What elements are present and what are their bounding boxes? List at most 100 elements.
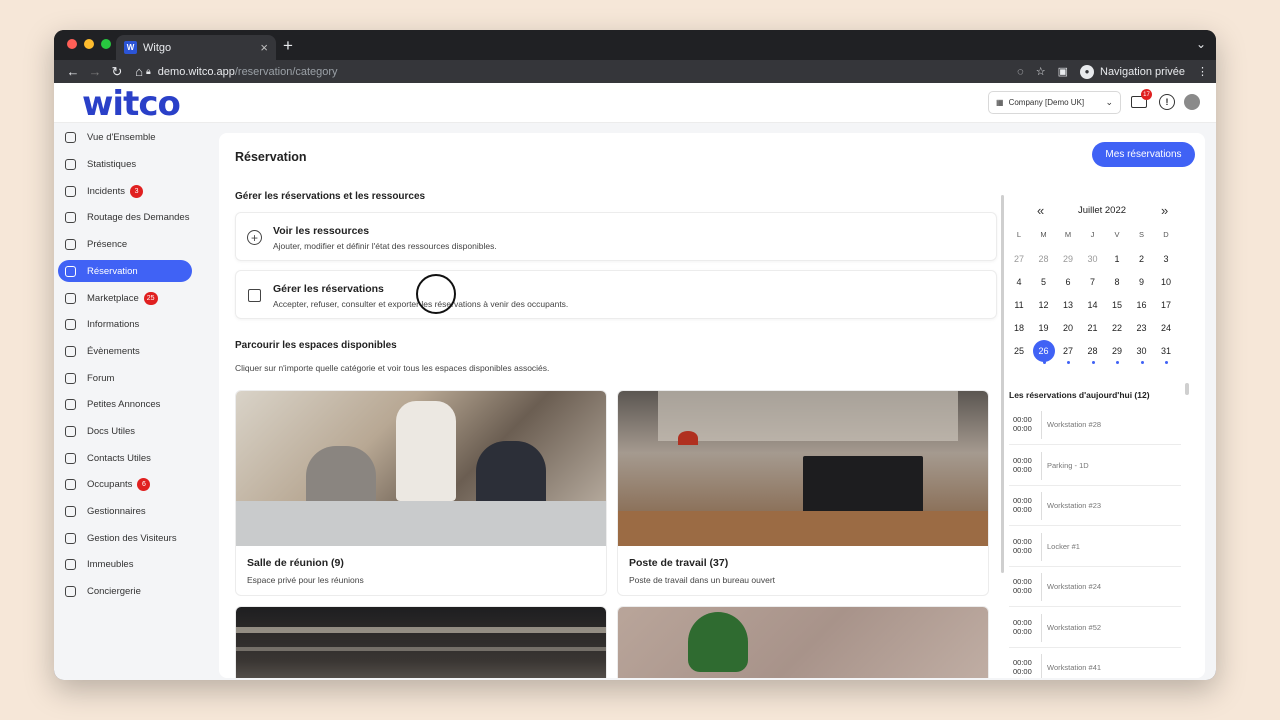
reservation-row[interactable]: 00:00 00:00 Workstation #23 xyxy=(1009,486,1181,526)
calendar-day[interactable]: 19 xyxy=(1032,318,1056,338)
bookmark-star-icon[interactable]: ☆ xyxy=(1036,65,1046,78)
info-icon[interactable]: ! xyxy=(1159,94,1175,110)
calendar-day[interactable]: 29 xyxy=(1105,341,1129,361)
calendar-day[interactable]: 16 xyxy=(1130,295,1154,315)
sidebar-item-evenements[interactable]: Évènements xyxy=(58,340,192,362)
sidebar-item-occupants[interactable]: Occupants 6 xyxy=(58,473,192,495)
reservation-row[interactable]: 00:00 00:00 Workstation #52 xyxy=(1009,608,1181,648)
reservation-row[interactable]: 00:00 00:00 Locker #1 xyxy=(1009,527,1181,567)
forward-button[interactable]: → xyxy=(84,64,106,79)
calendar-day[interactable]: 4 xyxy=(1007,272,1031,292)
next-month-icon[interactable]: » xyxy=(1161,203,1168,218)
calendar-day[interactable]: 9 xyxy=(1130,272,1154,292)
calendar-day[interactable]: 25 xyxy=(1007,341,1031,361)
sidebar-item-statistiques[interactable]: Statistiques xyxy=(58,153,192,175)
calendar-day[interactable]: 30 xyxy=(1081,249,1105,269)
calendar-day[interactable]: 12 xyxy=(1032,295,1056,315)
phone-icon xyxy=(65,452,76,464)
profile-button[interactable]: ● Navigation privée xyxy=(1080,64,1185,79)
sidebar-item-forum[interactable]: Forum xyxy=(58,367,192,389)
calendar-day[interactable]: 27 xyxy=(1056,341,1080,361)
eye-off-icon[interactable]: ◌ xyxy=(1017,66,1024,78)
browser-tab[interactable]: W Witgo × xyxy=(116,35,276,60)
sidebar-item-vue-ensemble[interactable]: Vue d'Ensemble xyxy=(58,126,192,148)
view-resources-card[interactable]: + Voir les ressources Ajouter, modifier … xyxy=(235,212,997,261)
maximize-window-button[interactable] xyxy=(101,39,111,49)
calendar-day[interactable]: 21 xyxy=(1081,318,1105,338)
reservation-time: 00:00 00:00 xyxy=(1013,577,1032,595)
reservation-end: 00:00 xyxy=(1013,545,1032,555)
space-card-workstation[interactable]: Poste de travail (37) Poste de travail d… xyxy=(617,390,989,596)
calendar-weekday: M xyxy=(1064,230,1072,239)
address-bar[interactable]: 🔒︎ demo.witco.app/reservation/category xyxy=(146,62,1086,81)
calendar-day[interactable]: 3 xyxy=(1154,249,1178,269)
calendar-day[interactable]: 20 xyxy=(1056,318,1080,338)
calendar-day[interactable]: 31 xyxy=(1154,341,1178,361)
sidebar-item-reservation[interactable]: Réservation xyxy=(58,260,192,282)
manage-reservations-card[interactable]: Gérer les réservations Accepter, refuser… xyxy=(235,270,997,319)
sidebar-item-informations[interactable]: Informations xyxy=(58,313,192,335)
calendar-day[interactable]: 27 xyxy=(1007,249,1031,269)
calendar-day[interactable]: 23 xyxy=(1130,318,1154,338)
witco-logo[interactable]: witco xyxy=(82,84,181,124)
main-scrollbar[interactable] xyxy=(1001,195,1004,573)
today-list-scrollbar[interactable] xyxy=(1185,383,1189,395)
sidebar-item-visiteurs[interactable]: Gestion des Visiteurs xyxy=(58,527,192,549)
calendar-day[interactable]: 1 xyxy=(1105,249,1129,269)
store-icon xyxy=(65,292,76,304)
calendar-day[interactable]: 13 xyxy=(1056,295,1080,315)
calendar-day[interactable]: 8 xyxy=(1105,272,1129,292)
calendar-day[interactable]: 15 xyxy=(1105,295,1129,315)
reservation-row[interactable]: 00:00 00:00 Workstation #28 xyxy=(1009,405,1181,445)
eye-icon xyxy=(65,131,76,143)
company-selector[interactable]: ▦ Company [Demo UK] ⌄ xyxy=(988,91,1121,114)
reservation-start: 00:00 xyxy=(1013,415,1032,424)
calendar-day[interactable]: 30 xyxy=(1130,341,1154,361)
tab-search-chevron-icon[interactable]: ⌄ xyxy=(1196,37,1206,51)
calendar-day[interactable]: 10 xyxy=(1154,272,1178,292)
sidebar-item-incidents[interactable]: Incidents 3 xyxy=(58,180,192,202)
calendar-day[interactable]: 2 xyxy=(1130,249,1154,269)
reservation-row[interactable]: 00:00 00:00 Parking - 1D xyxy=(1009,446,1181,486)
sidebar-item-docs-utiles[interactable]: Docs Utiles xyxy=(58,420,192,442)
calendar-day[interactable]: 14 xyxy=(1081,295,1105,315)
sidebar-item-contacts-utiles[interactable]: Contacts Utiles xyxy=(58,447,192,469)
space-card-conference[interactable] xyxy=(235,606,607,678)
side-panel-icon[interactable]: ▣ xyxy=(1058,65,1068,78)
calendar-day[interactable]: 24 xyxy=(1154,318,1178,338)
sidebar-item-petites-annonces[interactable]: Petites Annonces xyxy=(58,393,192,415)
sidebar-item-conciergerie[interactable]: Conciergerie xyxy=(58,580,192,602)
avatar[interactable] xyxy=(1184,94,1200,110)
my-reservations-button[interactable]: Mes réservations xyxy=(1092,142,1195,167)
calendar-day[interactable]: 11 xyxy=(1007,295,1031,315)
reservation-row[interactable]: 00:00 00:00 Workstation #41 xyxy=(1009,648,1181,678)
calendar-day[interactable]: 18 xyxy=(1007,318,1031,338)
reload-button[interactable]: ↻ xyxy=(106,64,128,80)
calendar-day[interactable]: 29 xyxy=(1056,249,1080,269)
reservation-row[interactable]: 00:00 00:00 Workstation #24 xyxy=(1009,567,1181,607)
calendar-day[interactable]: 6 xyxy=(1056,272,1080,292)
calendar-day[interactable]: 17 xyxy=(1154,295,1178,315)
close-tab-icon[interactable]: × xyxy=(260,40,268,55)
sidebar-item-gestionnaires[interactable]: Gestionnaires xyxy=(58,500,192,522)
building-icon xyxy=(65,558,76,570)
calendar-weekday: L xyxy=(1016,230,1022,239)
calendar-day[interactable]: 22 xyxy=(1105,318,1129,338)
browser-menu-icon[interactable]: ⋮ xyxy=(1197,65,1208,78)
space-card-lounge[interactable] xyxy=(617,606,989,678)
minimize-window-button[interactable] xyxy=(84,39,94,49)
calendar-day[interactable]: 28 xyxy=(1032,249,1056,269)
calendar-day-selected[interactable]: 26 xyxy=(1032,340,1055,362)
sidebar-item-presence[interactable]: Présence xyxy=(58,233,192,255)
calendar-day[interactable]: 28 xyxy=(1081,341,1105,361)
space-card-meeting-room[interactable]: Salle de réunion (9) Espace privé pour l… xyxy=(235,390,607,596)
sidebar-item-marketplace[interactable]: Marketplace 25 xyxy=(58,287,192,309)
new-tab-button[interactable]: + xyxy=(283,36,293,56)
sidebar-item-immeubles[interactable]: Immeubles xyxy=(58,553,192,575)
reservation-resource: Workstation #23 xyxy=(1047,501,1102,510)
calendar-day[interactable]: 5 xyxy=(1032,272,1056,292)
calendar-day[interactable]: 7 xyxy=(1081,272,1105,292)
back-button[interactable]: ← xyxy=(62,64,84,79)
close-window-button[interactable] xyxy=(67,39,77,49)
sidebar-item-routage[interactable]: Routage des Demandes xyxy=(58,206,192,228)
